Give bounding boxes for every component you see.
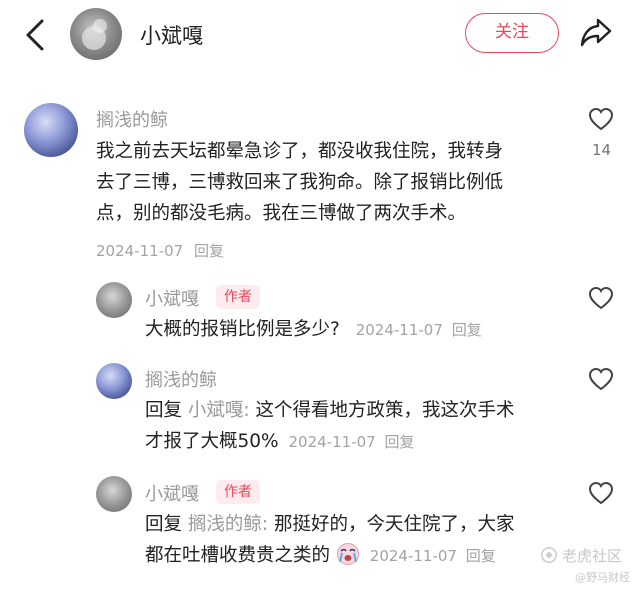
reply-prefix: 回复: [145, 400, 183, 421]
reply-username[interactable]: 小斌嘎: [145, 285, 199, 311]
reply-text-line: 才报了大概50% 2024-11-07 回复: [145, 426, 565, 458]
reply-meta: 2024-11-07 回复: [346, 321, 482, 339]
comment-text-line: 点，别的都没毛病。我在三博做了两次手术。: [96, 203, 467, 224]
like-count: 14: [592, 141, 612, 159]
chevron-left-icon[interactable]: [22, 18, 50, 52]
crying-face-emoji: [336, 543, 359, 565]
reply-link[interactable]: 回复: [466, 547, 496, 565]
comment-text-line: 去了三博，三博救回来了我狗命。除了报销比例低: [96, 172, 504, 193]
reply-target-user[interactable]: 小斌嘎:: [188, 400, 250, 421]
avatar[interactable]: [96, 363, 132, 399]
comment-text: 我之前去天坛都晕急诊了，都没收我住院，我转身 去了三博，三博救回来了我狗命。除了…: [96, 136, 566, 229]
author-badge: 作者: [216, 480, 260, 504]
reply-text-line: 回复 搁浅的鲸: 那挺好的，今天住院了，大家: [145, 509, 565, 540]
reply-text: 回复 搁浅的鲸: 那挺好的，今天住院了，大家 都在吐槽收费贵之类的 2024-1…: [145, 509, 565, 572]
share-icon[interactable]: [578, 14, 614, 50]
reply-text-content: 那挺好的，今天住院了，大家: [274, 514, 515, 535]
reply-meta: 2024-11-07 回复: [366, 547, 496, 565]
header-avatar[interactable]: [70, 8, 122, 60]
reply-link[interactable]: 回复: [452, 321, 482, 339]
comment-text-line: 我之前去天坛都晕急诊了，都没收我住院，我转身: [96, 141, 504, 162]
avatar[interactable]: [24, 103, 78, 157]
reply-text-content: 才报了大概50%: [145, 431, 279, 452]
comment-meta: 2024-11-07 回复: [96, 240, 224, 261]
author-badge: 作者: [216, 285, 260, 309]
heart-icon[interactable]: [588, 286, 614, 310]
heart-icon[interactable]: [588, 367, 614, 391]
reply-text-content: 大概的报销比例是多少?: [145, 319, 340, 340]
reply-date: 2024-11-07: [288, 433, 376, 451]
reply-text: 大概的报销比例是多少? 2024-11-07 回复: [145, 314, 482, 346]
follow-button[interactable]: 关注: [465, 13, 559, 53]
comment-date: 2024-11-07: [96, 242, 184, 260]
reply-text-line: 回复 小斌嘎: 这个得看地方政策，我这次手术: [145, 395, 565, 426]
reply-username[interactable]: 小斌嘎: [145, 480, 199, 506]
heart-icon[interactable]: [588, 107, 614, 131]
reply-text: 回复 小斌嘎: 这个得看地方政策，我这次手术 才报了大概50% 2024-11-…: [145, 395, 565, 458]
reply-date: 2024-11-07: [369, 547, 457, 565]
watermark-logo-icon: [540, 546, 558, 564]
reply-text-content: 这个得看地方政策，我这次手术: [255, 400, 515, 421]
avatar[interactable]: [96, 476, 132, 512]
avatar[interactable]: [96, 282, 132, 318]
header-username[interactable]: 小斌嘎: [140, 20, 203, 50]
reply-link[interactable]: 回复: [194, 242, 224, 260]
reply-date: 2024-11-07: [355, 321, 443, 339]
reply-prefix: 回复: [145, 514, 183, 535]
watermark-text: 老虎社区: [562, 547, 623, 565]
reply-text-content: 都在吐槽收费贵之类的: [145, 545, 331, 566]
comment-username[interactable]: 搁浅的鲸: [96, 106, 168, 132]
reply-text-line: 都在吐槽收费贵之类的 2024-11-07 回复: [145, 540, 565, 572]
top-bar: 小斌嘎 关注: [0, 0, 640, 72]
heart-icon[interactable]: [588, 481, 614, 505]
reply-username[interactable]: 搁浅的鲸: [145, 366, 217, 392]
watermark-subtext: @野马财经: [575, 571, 630, 584]
reply-meta: 2024-11-07 回复: [285, 433, 415, 451]
reply-target-user[interactable]: 搁浅的鲸:: [188, 514, 268, 535]
reply-link[interactable]: 回复: [384, 433, 414, 451]
